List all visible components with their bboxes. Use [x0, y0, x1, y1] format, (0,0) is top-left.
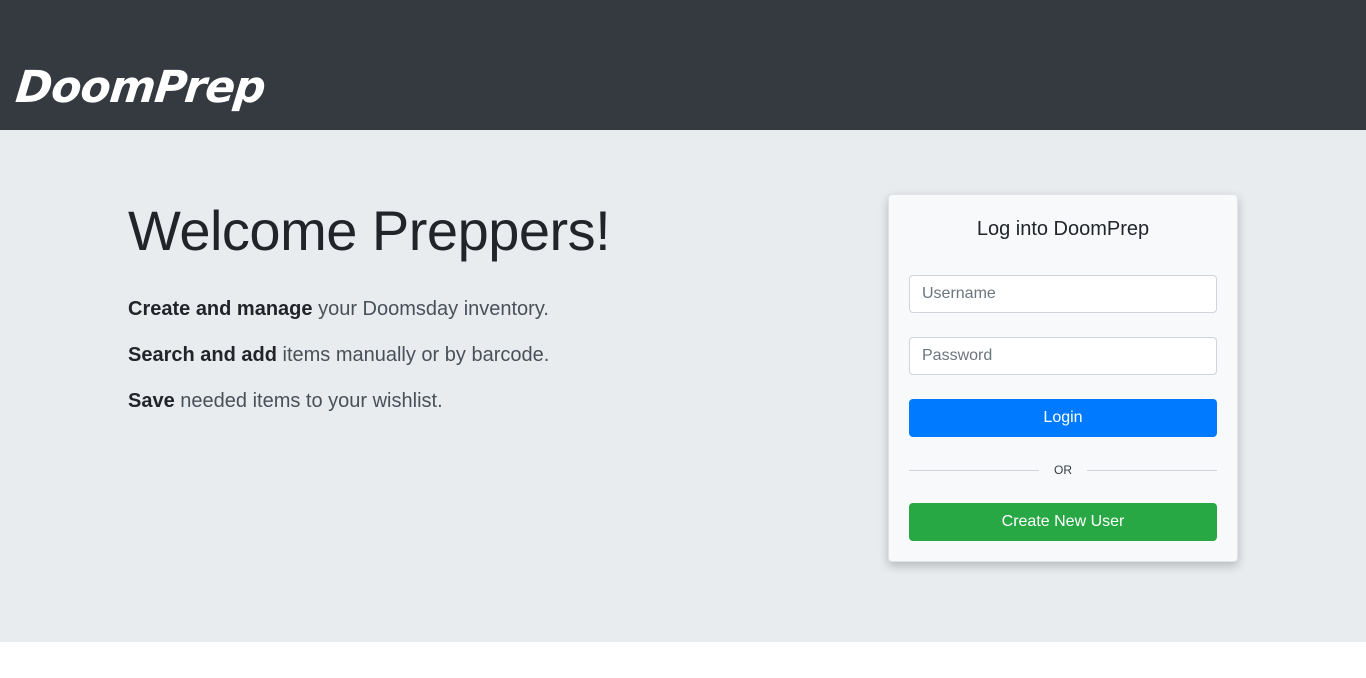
feature-text: items manually or by barcode. [276, 344, 550, 366]
login-button[interactable]: Login [909, 399, 1217, 437]
brand-logo[interactable]: DoomPrep [13, 58, 268, 118]
feature-wishlist: Save needed items to your wishlist. [128, 387, 443, 415]
divider-line-left [909, 470, 1039, 471]
divider-line-right [1087, 470, 1217, 471]
feature-text: your Doomsday inventory. [312, 298, 549, 320]
login-title: Log into DoomPrep [976, 218, 1150, 240]
login-card: Log into DoomPrep Login OR Create New Us… [888, 194, 1238, 562]
divider-or: OR [1054, 463, 1072, 477]
feature-inventory: Create and manage your Doomsday inventor… [128, 295, 549, 323]
feature-strong: Search and add [128, 344, 277, 366]
feature-strong: Create and manage [128, 298, 313, 320]
create-user-button[interactable]: Create New User [909, 503, 1217, 541]
password-input[interactable] [909, 337, 1217, 375]
feature-strong: Save [128, 390, 175, 412]
username-input[interactable] [909, 275, 1217, 313]
navbar: DoomPrep [0, 0, 1366, 130]
feature-text: needed items to your wishlist. [174, 390, 443, 412]
feature-search: Search and add items manually or by barc… [128, 341, 549, 369]
hero-section: Welcome Preppers! Create and manage your… [0, 130, 1366, 642]
page-title: Welcome Preppers! [128, 199, 611, 262]
